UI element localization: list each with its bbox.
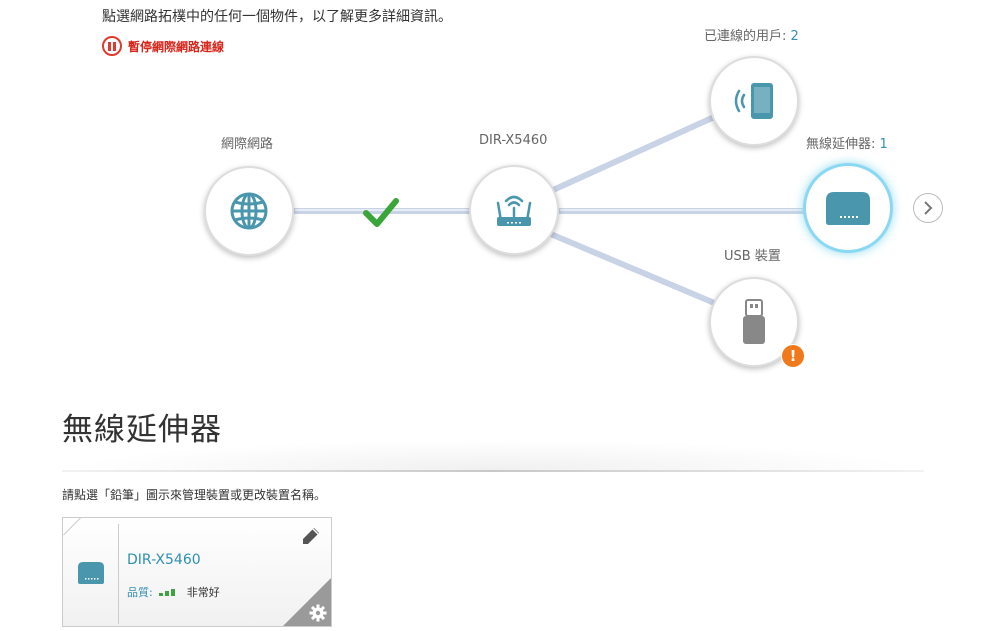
router-icon	[496, 195, 532, 226]
extender-label: 無線延伸器: 1	[806, 137, 888, 152]
chevron-right-icon	[924, 201, 933, 215]
extender-icon	[826, 192, 870, 225]
extender-node[interactable]	[803, 163, 893, 253]
usb-label: USB 裝置	[724, 249, 781, 264]
quality-label: 品質:	[127, 586, 153, 599]
card-device-name: DIR-X5460	[127, 552, 201, 568]
extender-card-icon	[78, 562, 104, 584]
clients-count: 2	[790, 29, 799, 44]
usb-alert-icon: !	[781, 344, 805, 368]
section-divider	[62, 470, 924, 472]
extender-card[interactable]: DIR-X5460 品質: 非常好	[62, 517, 332, 627]
next-arrow-button[interactable]	[913, 193, 943, 223]
pause-label: 暫停網際網路連線	[128, 39, 225, 54]
extender-count: 1	[879, 137, 888, 152]
internet-label: 網際網路	[221, 137, 274, 152]
router-node[interactable]	[469, 165, 559, 255]
gear-icon[interactable]	[309, 604, 327, 622]
card-separator	[118, 524, 119, 624]
pause-internet-button[interactable]: 暫停網際網路連線	[102, 36, 224, 56]
card-corner-cut	[63, 518, 81, 536]
card-quality: 品質: 非常好	[127, 584, 220, 600]
router-label: DIR-X5460	[479, 133, 548, 148]
divider-shadow	[62, 440, 924, 470]
link-router-usb	[550, 232, 715, 305]
instruction-text: 請點選「鉛筆」圖示來管理裝置或更改裝置名稱。	[62, 488, 327, 502]
intro-text: 點選網路拓樸中的任何一個物件，以了解更多詳細資訊。	[102, 9, 452, 25]
clients-node[interactable]	[709, 56, 799, 146]
pencil-icon[interactable]	[301, 526, 321, 546]
pause-icon	[102, 36, 122, 56]
signal-bars-icon	[158, 588, 177, 596]
internet-node[interactable]	[204, 166, 294, 256]
link-router-clients	[550, 115, 715, 193]
globe-icon	[230, 192, 268, 230]
wireless-device-icon	[734, 83, 773, 119]
clients-label: 已連線的用戶: 2	[704, 29, 799, 44]
quality-value: 非常好	[186, 586, 220, 599]
usb-drive-icon	[743, 299, 765, 344]
